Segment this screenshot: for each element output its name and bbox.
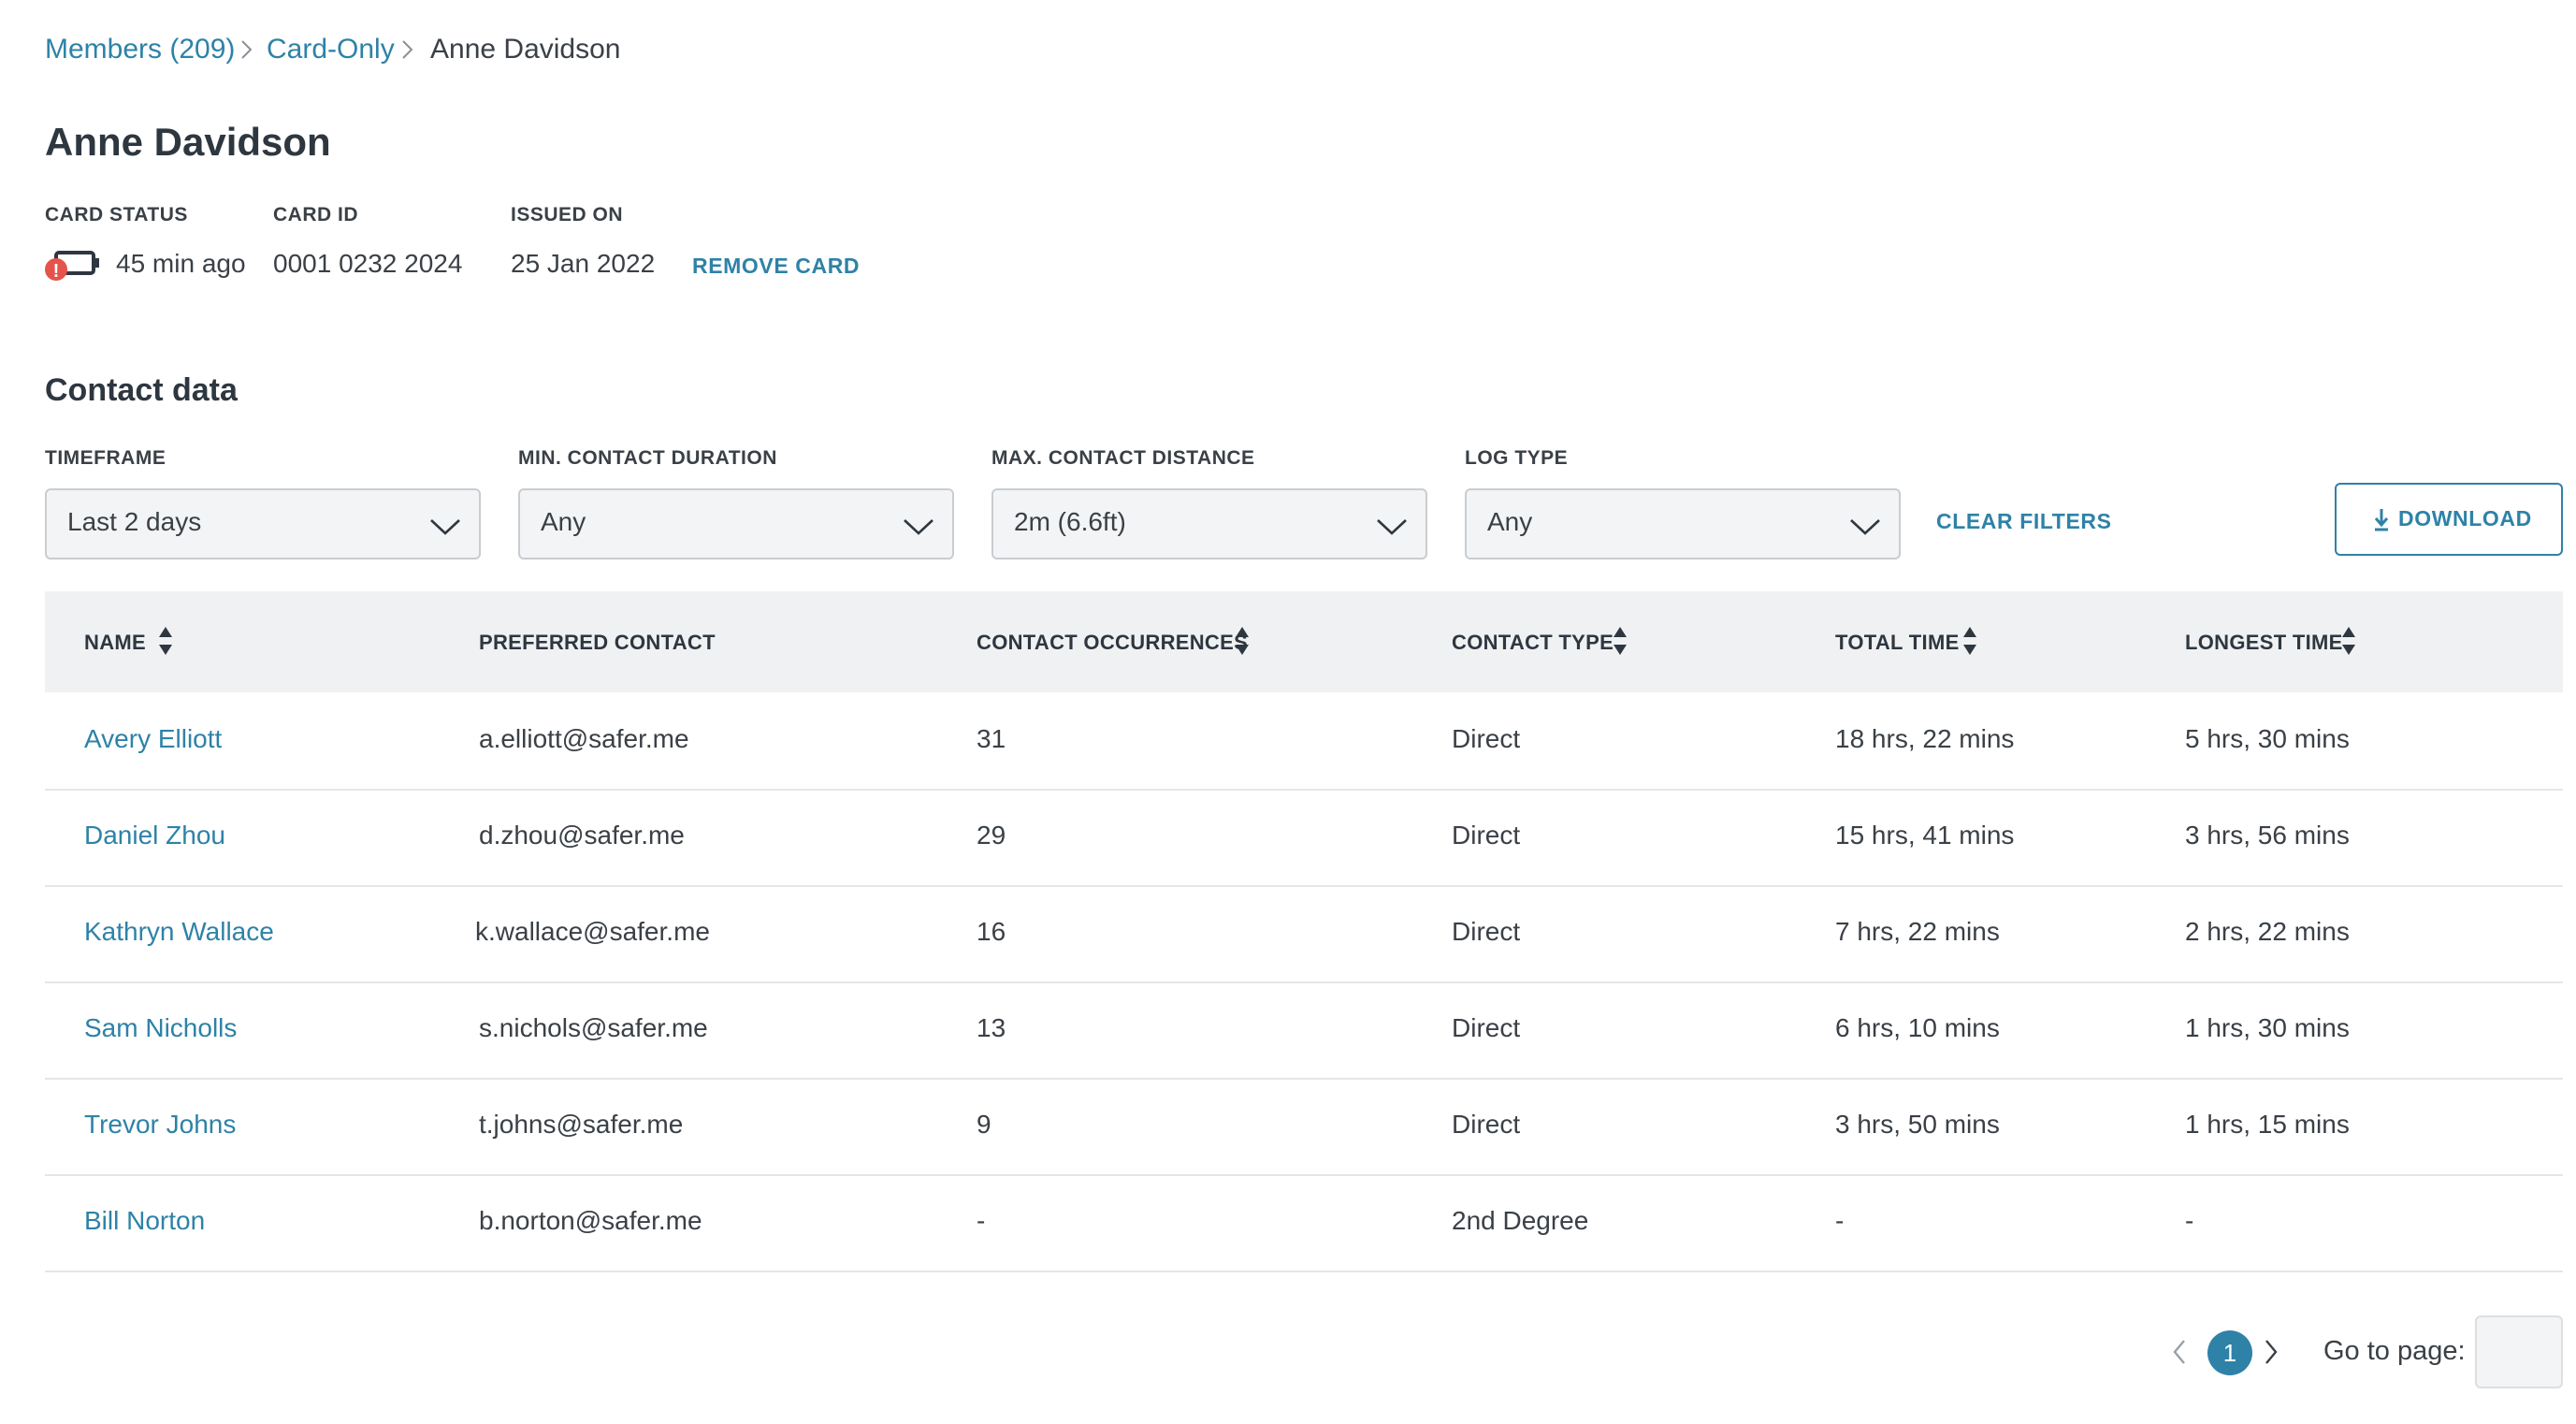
contact-data-title: Contact data [45, 372, 238, 408]
contact-name-link[interactable]: Trevor Johns [84, 1110, 236, 1140]
min-duration-label: MIN. CONTACT DURATION [518, 447, 777, 469]
contact-name-link[interactable]: Sam Nicholls [84, 1013, 237, 1043]
column-header-name[interactable]: NAME [84, 631, 146, 655]
breadcrumb-current: Anne Davidson [430, 34, 621, 65]
issued-on-label: ISSUED ON [511, 204, 624, 225]
chevron-down-icon [1850, 519, 1880, 535]
longest-time-cell: - [2185, 1206, 2194, 1235]
preferred-contact-cell: k.wallace@safer.me [475, 917, 710, 946]
svg-text:!: ! [53, 261, 60, 282]
occurrences-cell: 16 [977, 917, 1006, 946]
contact-type-cell: 2nd Degree [1452, 1206, 1589, 1235]
min-duration-select[interactable]: Any [518, 488, 954, 559]
table-row: Kathryn Wallace k.wallace@safer.me 16 Di… [45, 887, 2563, 983]
total-time-cell: 3 hrs, 50 mins [1835, 1110, 2000, 1139]
longest-time-cell: 1 hrs, 30 mins [2185, 1013, 2350, 1042]
max-distance-label: MAX. CONTACT DISTANCE [991, 447, 1255, 469]
longest-time-cell: 3 hrs, 56 mins [2185, 821, 2350, 850]
chevron-right-icon[interactable] [2262, 1336, 2280, 1368]
max-distance-select[interactable]: 2m (6.6ft) [991, 488, 1427, 559]
occurrences-cell: 29 [977, 821, 1006, 850]
battery-low-icon: ! [45, 251, 99, 282]
total-time-cell: 18 hrs, 22 mins [1835, 724, 2015, 753]
column-header-total-time[interactable]: TOTAL TIME [1835, 631, 1960, 655]
go-to-page-input[interactable] [2475, 1315, 2563, 1388]
preferred-contact-cell: a.elliott@safer.me [479, 724, 689, 753]
chevron-down-icon [904, 519, 933, 535]
log-type-select-value: Any [1487, 507, 1533, 536]
column-header-preferred-contact: PREFERRED CONTACT [479, 631, 716, 654]
sort-icon[interactable] [2341, 625, 2356, 657]
page-title: Anne Davidson [45, 120, 331, 164]
sort-icon[interactable] [158, 625, 173, 657]
longest-time-cell: 5 hrs, 30 mins [2185, 724, 2350, 753]
contact-type-cell: Direct [1452, 1013, 1521, 1042]
download-label: DOWNLOAD [2398, 506, 2532, 530]
preferred-contact-cell: b.norton@safer.me [479, 1206, 702, 1235]
total-time-cell: 7 hrs, 22 mins [1835, 917, 2000, 946]
chevron-down-icon [1377, 519, 1407, 535]
sort-icon[interactable] [1962, 625, 1977, 657]
column-header-contact-occurrences[interactable]: CONTACT OCCURRENCES [977, 631, 1248, 655]
table-row: Bill Norton b.norton@safer.me - 2nd Degr… [45, 1176, 2563, 1272]
occurrences-cell: - [977, 1206, 986, 1235]
occurrences-cell: 13 [977, 1013, 1006, 1042]
contact-type-cell: Direct [1452, 917, 1521, 946]
column-header-contact-type[interactable]: CONTACT TYPE [1452, 631, 1614, 655]
card-id-label: CARD ID [273, 204, 358, 225]
issued-on-value: 25 Jan 2022 [511, 249, 656, 278]
contact-type-cell: Direct [1452, 821, 1521, 850]
log-type-label: LOG TYPE [1465, 447, 1569, 469]
contact-name-link[interactable]: Daniel Zhou [84, 821, 225, 850]
remove-card-button[interactable]: REMOVE CARD [692, 254, 860, 279]
download-button[interactable]: DOWNLOAD [2335, 483, 2563, 556]
table-row: Trevor Johns t.johns@safer.me 9 Direct 3… [45, 1080, 2563, 1176]
contact-name-link[interactable]: Kathryn Wallace [84, 917, 274, 947]
chevron-right-icon [402, 40, 413, 59]
preferred-contact-cell: s.nichols@safer.me [479, 1013, 708, 1042]
contact-type-cell: Direct [1452, 1110, 1521, 1139]
contacts-table-header: NAME PREFERRED CONTACT CONTACT OCCURRENC… [45, 591, 2563, 692]
max-distance-select-value: 2m (6.6ft) [1014, 507, 1126, 536]
page-button-current[interactable]: 1 [2207, 1330, 2252, 1375]
preferred-contact-cell: t.johns@safer.me [479, 1110, 684, 1139]
card-id-value: 0001 0232 2024 [273, 249, 463, 278]
longest-time-cell: 1 hrs, 15 mins [2185, 1110, 2350, 1139]
breadcrumb-members-link[interactable]: Members (209) [45, 32, 235, 67]
chevron-left-icon[interactable] [2170, 1336, 2189, 1368]
go-to-page-label: Go to page: [2323, 1336, 2466, 1366]
longest-time-cell: 2 hrs, 22 mins [2185, 917, 2350, 946]
occurrences-cell: 9 [977, 1110, 991, 1139]
total-time-cell: - [1835, 1206, 1845, 1235]
occurrences-cell: 31 [977, 724, 1006, 753]
clear-filters-button[interactable]: CLEAR FILTERS [1936, 509, 2112, 534]
table-row: Avery Elliott a.elliott@safer.me 31 Dire… [45, 694, 2563, 791]
total-time-cell: 6 hrs, 10 mins [1835, 1013, 2000, 1042]
timeframe-select-value: Last 2 days [67, 507, 202, 536]
chevron-right-icon [241, 40, 253, 59]
table-row: Daniel Zhou d.zhou@safer.me 29 Direct 15… [45, 791, 2563, 887]
log-type-select[interactable]: Any [1465, 488, 1901, 559]
timeframe-select[interactable]: Last 2 days [45, 488, 481, 559]
download-icon [2374, 509, 2389, 531]
sort-icon[interactable] [1613, 625, 1628, 657]
breadcrumb-card-only-link[interactable]: Card-Only [267, 32, 395, 67]
contact-name-link[interactable]: Bill Norton [84, 1206, 205, 1236]
min-duration-select-value: Any [541, 507, 586, 536]
contact-type-cell: Direct [1452, 724, 1521, 753]
chevron-down-icon [430, 519, 460, 535]
preferred-contact-cell: d.zhou@safer.me [479, 821, 685, 850]
table-row: Sam Nicholls s.nichols@safer.me 13 Direc… [45, 983, 2563, 1080]
card-status-value: 45 min ago [116, 249, 246, 278]
contact-name-link[interactable]: Avery Elliott [84, 724, 222, 754]
sort-icon[interactable] [1235, 625, 1250, 657]
total-time-cell: 15 hrs, 41 mins [1835, 821, 2015, 850]
column-header-longest-time[interactable]: LONGEST TIME [2185, 631, 2343, 655]
card-status-label: CARD STATUS [45, 204, 188, 225]
timeframe-label: TIMEFRAME [45, 447, 166, 469]
